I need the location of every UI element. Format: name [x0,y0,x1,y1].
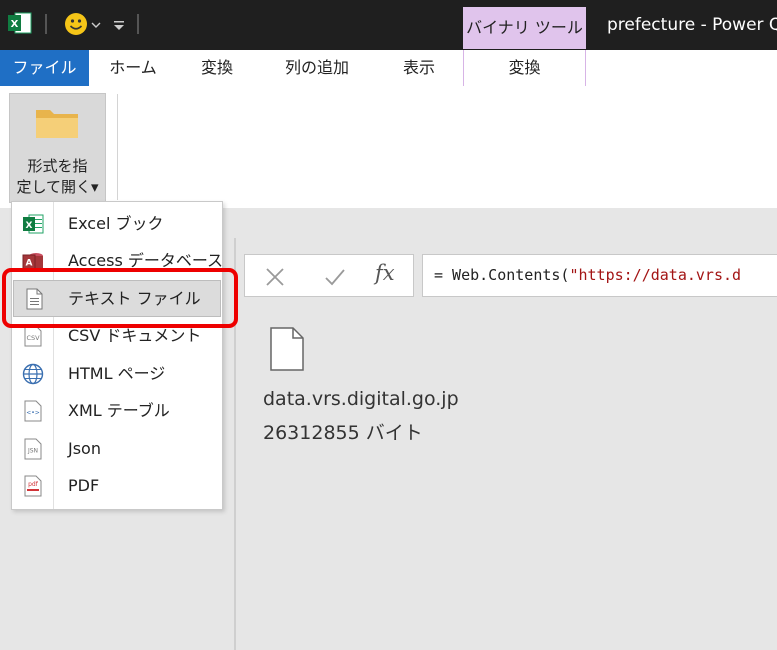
cancel-icon[interactable] [263,265,287,289]
svg-text:X: X [11,19,19,30]
globe-icon [22,363,44,385]
menu-item-pdf[interactable]: pdf PDF [13,467,221,504]
customize-quick-access-icon[interactable] [112,18,126,32]
formula-bar-buttons: fx [244,254,414,297]
formula-input[interactable]: = Web.Contents("https://data.vrs.d [422,254,777,297]
open-as-menu: X Excel ブック A Access データベース テキスト ファイル CS… [11,201,223,510]
svg-text:<•>: <•> [26,410,40,417]
chevron-down-icon[interactable] [91,21,101,29]
excel-icon: X [23,214,44,234]
ribbon: 形式を指 定して開く▾ [0,86,777,208]
pdf-icon: pdf [24,475,42,497]
tab-view[interactable]: 表示 [382,50,456,86]
csv-icon: CSV [24,325,42,347]
tab-add-column[interactable]: 列の追加 [268,50,366,86]
window-title: prefecture - Power Q [607,15,777,35]
context-tab-group-label: バイナリ ツール [463,7,586,49]
check-icon[interactable] [323,265,347,289]
formula-function: = Web.Contents( [434,266,570,284]
menu-item-label: PDF [68,476,100,495]
folder-icon [36,110,78,138]
formula-url-string: "https://data.vrs.d [569,266,742,284]
binary-file-name: data.vrs.digital.go.jp [263,388,459,410]
xml-icon: <•> [24,400,42,422]
svg-text:pdf: pdf [28,481,39,488]
excel-icon[interactable]: X [8,12,32,34]
fx-icon[interactable]: fx [375,261,395,285]
menu-item-label: Json [68,439,101,458]
qat-separator [45,14,47,34]
tab-binary-transform[interactable]: 変換 [463,50,586,87]
menu-item-excel[interactable]: X Excel ブック [13,205,221,242]
svg-text:CSV: CSV [26,334,40,342]
highlight-annotation [2,268,238,328]
qat-separator [137,14,139,34]
open-as-label: 形式を指 定して開く▾ [16,157,99,196]
menu-item-label: XML テーブル [68,401,170,420]
title-bar: X バイナリ ツール prefecture - Power Q [0,0,777,50]
menu-item-label: HTML ページ [68,364,166,383]
svg-text:JSN: JSN [27,448,38,455]
file-icon[interactable] [270,327,304,371]
menu-item-xml[interactable]: <•> XML テーブル [13,392,221,429]
tab-transform[interactable]: 変換 [180,50,254,86]
menu-item-label: Excel ブック [68,214,164,233]
tab-file[interactable]: ファイル [0,50,89,86]
json-icon: JSN [24,438,42,460]
svg-text:A: A [26,259,33,269]
tab-home[interactable]: ホーム [96,50,170,86]
ribbon-group-divider [117,94,118,200]
open-as-button[interactable]: 形式を指 定して開く▾ [9,93,106,203]
menu-item-html[interactable]: HTML ページ [13,355,221,392]
ribbon-tab-bar: ファイル ホーム 変換 列の追加 表示 変換 [0,50,777,136]
menu-item-json[interactable]: JSN Json [13,430,221,467]
smiley-feedback-icon[interactable] [64,12,88,36]
binary-file-size: 26312855 バイト [263,422,423,444]
svg-text:X: X [26,221,33,231]
